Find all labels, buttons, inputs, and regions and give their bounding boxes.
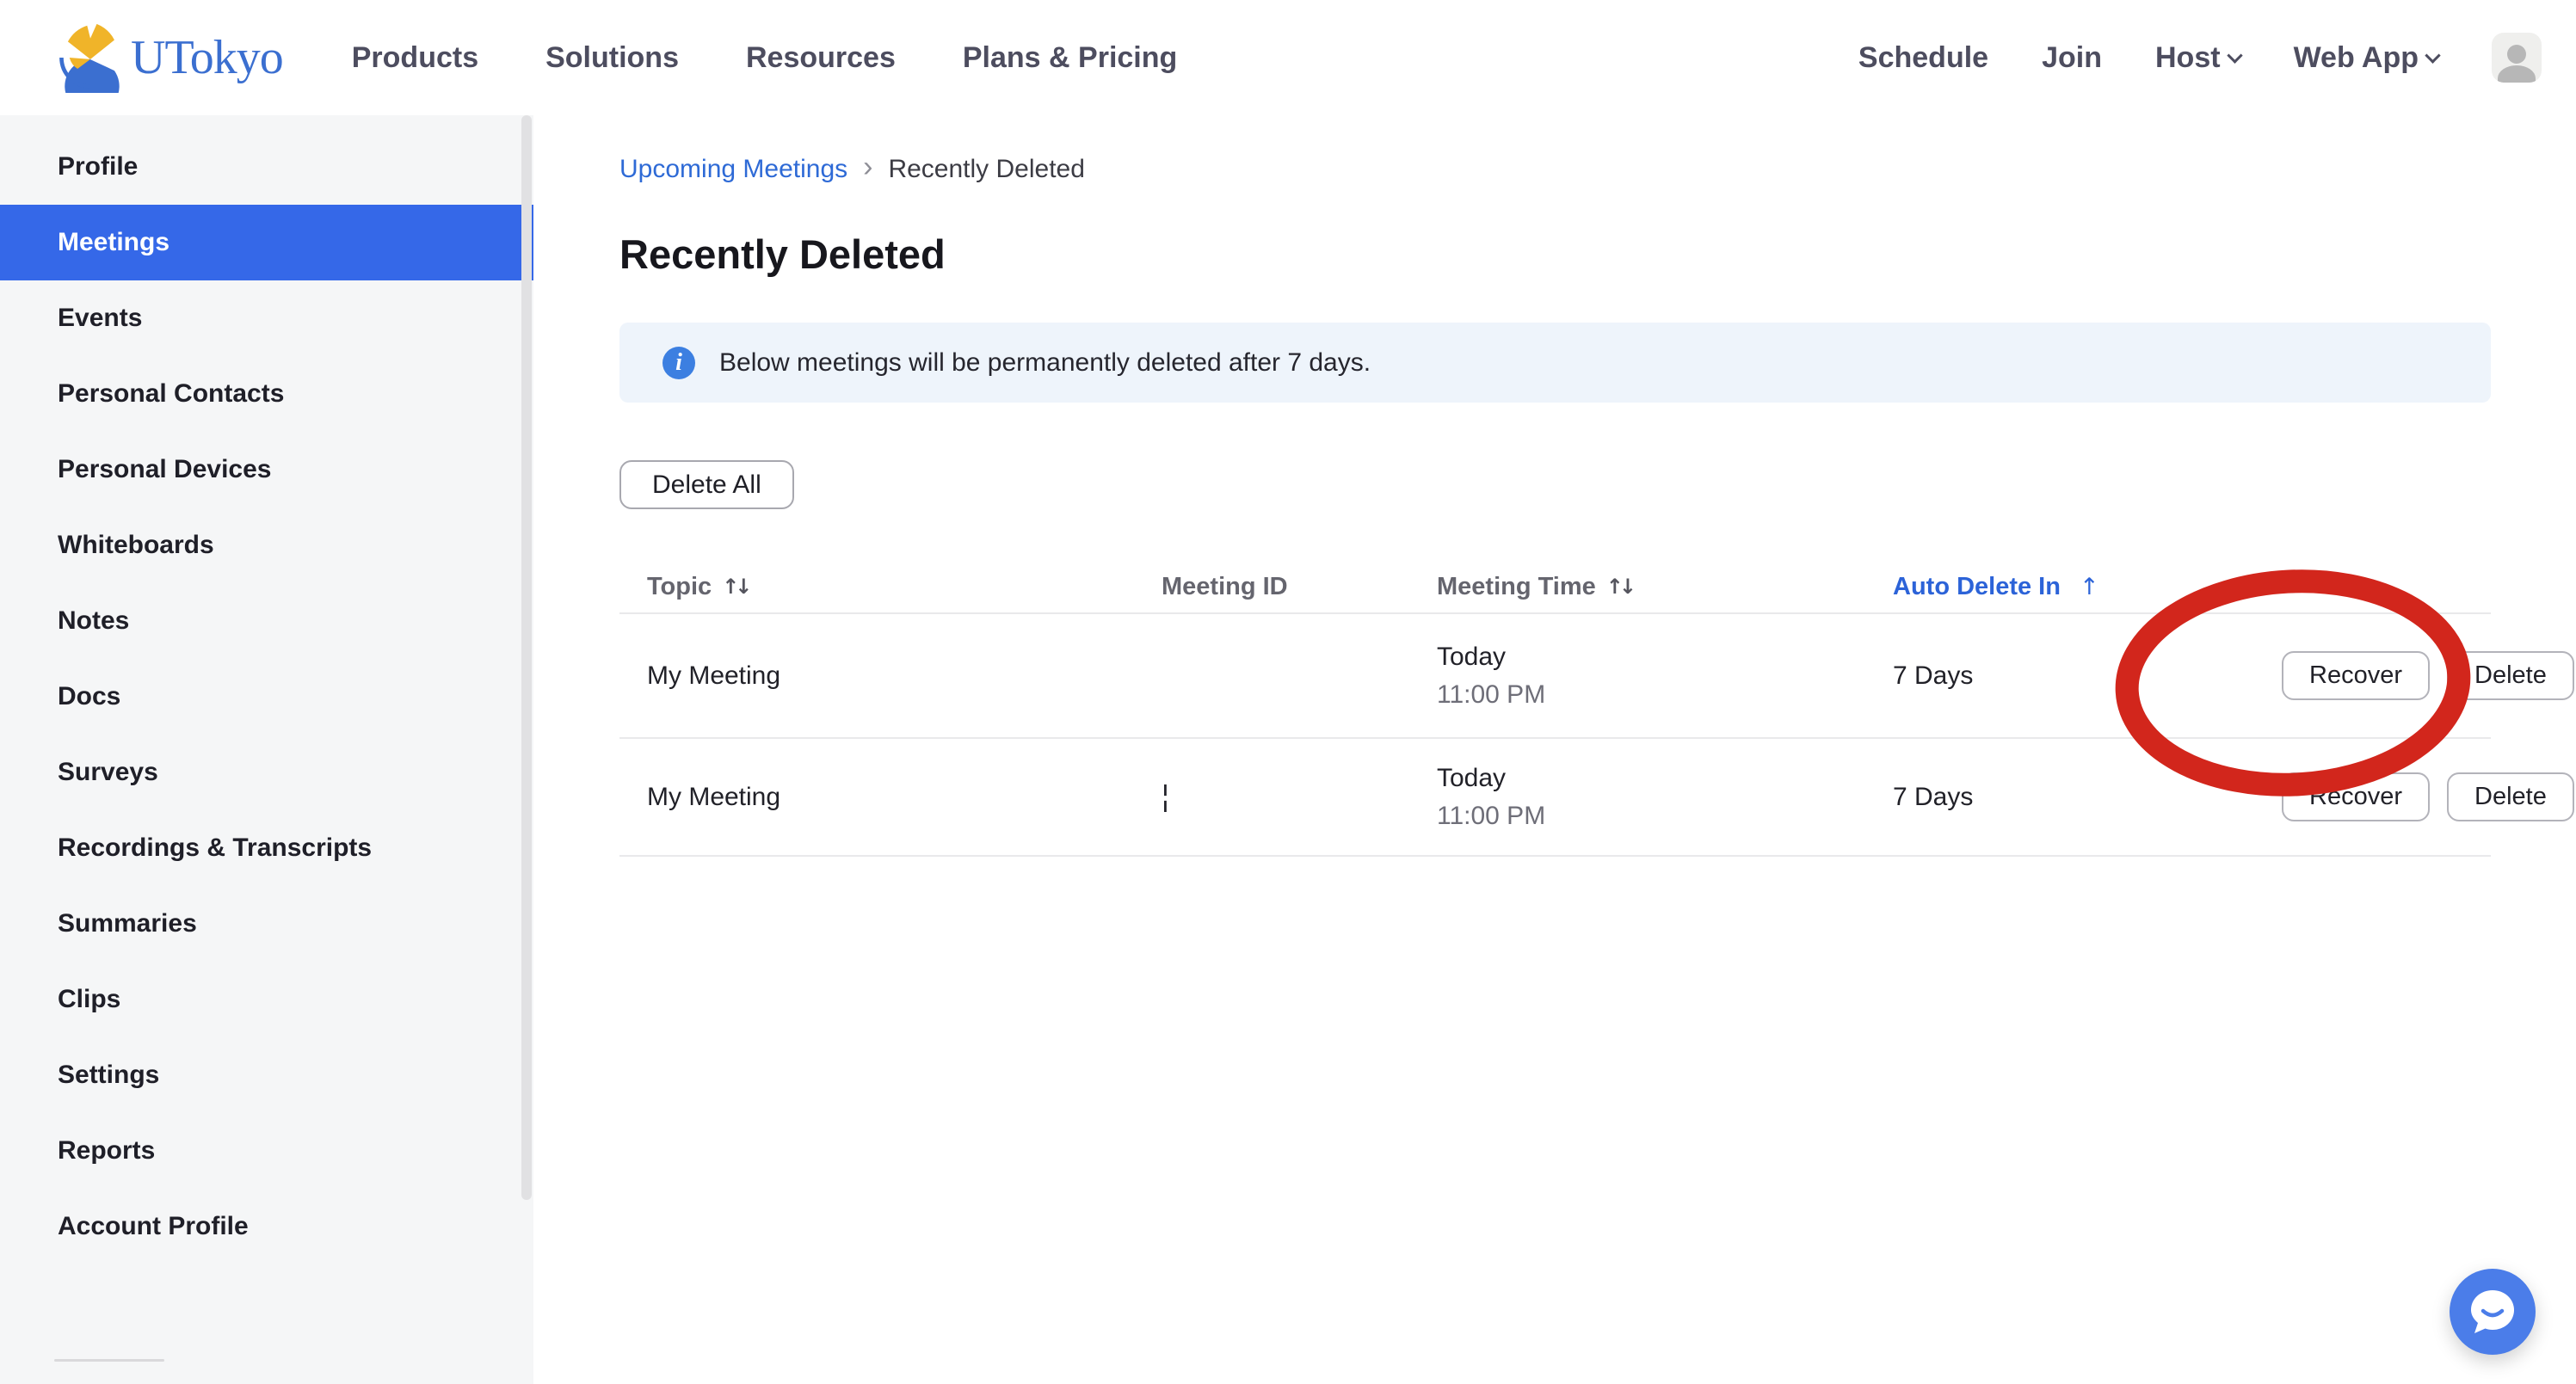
recover-button[interactable]: Recover bbox=[2282, 772, 2430, 821]
nav-resources[interactable]: Resources bbox=[746, 41, 896, 75]
sidebar-item-reports[interactable]: Reports bbox=[0, 1113, 533, 1189]
sidebar-item-docs[interactable]: Docs bbox=[0, 659, 533, 735]
column-header-meeting-id: Meeting ID bbox=[1162, 573, 1437, 601]
sidebar-item-personal-contacts[interactable]: Personal Contacts bbox=[0, 356, 533, 432]
sidebar-item-recordings[interactable]: Recordings & Transcripts bbox=[0, 810, 533, 886]
info-banner: i Below meetings will be permanently del… bbox=[619, 323, 2491, 403]
nav-solutions[interactable]: Solutions bbox=[545, 41, 679, 75]
nav-products[interactable]: Products bbox=[352, 41, 478, 75]
chat-support-button[interactable] bbox=[2450, 1269, 2536, 1355]
info-banner-text: Below meetings will be permanently delet… bbox=[719, 348, 1371, 378]
chevron-down-icon bbox=[2425, 47, 2440, 63]
column-header-auto-delete-in[interactable]: Auto Delete In ↑ bbox=[1893, 573, 2282, 601]
sidebar-item-settings[interactable]: Settings bbox=[0, 1037, 533, 1113]
sidebar-scrollbar[interactable] bbox=[521, 115, 532, 1200]
chevron-down-icon bbox=[2227, 47, 2242, 63]
cell-topic: My Meeting bbox=[647, 661, 1162, 691]
breadcrumb-separator-icon: › bbox=[863, 151, 872, 184]
cell-auto-delete-in: 7 Days bbox=[1893, 661, 2282, 691]
sidebar-item-surveys[interactable]: Surveys bbox=[0, 735, 533, 810]
avatar-person-icon bbox=[2507, 45, 2526, 64]
user-avatar[interactable] bbox=[2492, 33, 2542, 83]
nav-host-dropdown[interactable]: Host bbox=[2155, 41, 2240, 75]
sidebar: Profile Meetings Events Personal Contact… bbox=[0, 115, 533, 1384]
nav-webapp-dropdown[interactable]: Web App bbox=[2294, 41, 2438, 75]
recover-button[interactable]: Recover bbox=[2282, 651, 2430, 700]
sidebar-item-events[interactable]: Events bbox=[0, 280, 533, 356]
delete-button[interactable]: Delete bbox=[2447, 772, 2574, 821]
nav-schedule[interactable]: Schedule bbox=[1858, 41, 1988, 75]
logo-wordmark: UTokyo bbox=[131, 30, 283, 85]
delete-button[interactable]: Delete bbox=[2447, 651, 2574, 700]
sidebar-item-personal-devices[interactable]: Personal Devices bbox=[0, 432, 533, 507]
sidebar-divider bbox=[54, 1359, 164, 1362]
table-header-row: Topic ↑↓ Meeting ID Meeting Time ↑↓ Auto… bbox=[619, 561, 2491, 614]
nav-join[interactable]: Join bbox=[2042, 41, 2102, 75]
main-nav: Products Solutions Resources Plans & Pri… bbox=[352, 41, 1178, 75]
sidebar-item-clips[interactable]: Clips bbox=[0, 962, 533, 1037]
row-actions: Recover Delete bbox=[2282, 772, 2574, 821]
sidebar-item-whiteboards[interactable]: Whiteboards bbox=[0, 507, 533, 583]
delete-all-button[interactable]: Delete All bbox=[619, 460, 794, 509]
page-title: Recently Deleted bbox=[619, 231, 2576, 278]
info-icon: i bbox=[662, 347, 695, 379]
sort-icon[interactable]: ↑↓ bbox=[722, 575, 748, 599]
sidebar-item-profile[interactable]: Profile bbox=[0, 129, 533, 205]
zoom-web-portal: UTokyo Products Solutions Resources Plan… bbox=[0, 0, 2576, 1384]
sidebar-item-notes[interactable]: Notes bbox=[0, 583, 533, 659]
breadcrumb: Upcoming Meetings › Recently Deleted bbox=[619, 152, 2576, 186]
column-header-meeting-time: Meeting Time ↑↓ bbox=[1437, 573, 1893, 601]
breadcrumb-current: Recently Deleted bbox=[888, 155, 1084, 184]
main-content: Upcoming Meetings › Recently Deleted Rec… bbox=[533, 115, 2576, 1384]
row-actions: Recover Delete bbox=[2282, 651, 2574, 700]
sidebar-item-account-profile[interactable]: Account Profile bbox=[0, 1189, 533, 1264]
chat-bubble-icon bbox=[2466, 1285, 2519, 1338]
table-row: My Meeting Today 11:00 PM 7 Days Recover… bbox=[619, 614, 2491, 739]
cell-meeting-time: Today 11:00 PM bbox=[1437, 643, 1893, 710]
sidebar-item-summaries[interactable]: Summaries bbox=[0, 886, 533, 962]
ginkgo-leaf-icon bbox=[55, 22, 126, 93]
sort-icon[interactable]: ↑↓ bbox=[1606, 575, 1632, 599]
column-header-topic: Topic ↑↓ bbox=[647, 573, 1162, 601]
cell-meeting-id: ¦ bbox=[1162, 780, 1437, 814]
top-header: UTokyo Products Solutions Resources Plan… bbox=[0, 0, 2576, 115]
header-right-nav: Schedule Join Host Web App bbox=[1858, 33, 2542, 83]
utokyo-logo[interactable]: UTokyo bbox=[55, 22, 283, 93]
cell-auto-delete-in: 7 Days bbox=[1893, 783, 2282, 812]
sidebar-item-meetings[interactable]: Meetings bbox=[0, 205, 533, 280]
cell-meeting-time: Today 11:00 PM bbox=[1437, 764, 1893, 831]
sort-ascending-icon: ↑ bbox=[2080, 574, 2099, 600]
cell-topic: My Meeting bbox=[647, 783, 1162, 812]
nav-plans-pricing[interactable]: Plans & Pricing bbox=[963, 41, 1177, 75]
deleted-meetings-table: Topic ↑↓ Meeting ID Meeting Time ↑↓ Auto… bbox=[619, 561, 2491, 857]
breadcrumb-upcoming-meetings[interactable]: Upcoming Meetings bbox=[619, 155, 847, 184]
table-row: My Meeting ¦ Today 11:00 PM 7 Days Recov… bbox=[619, 739, 2491, 857]
